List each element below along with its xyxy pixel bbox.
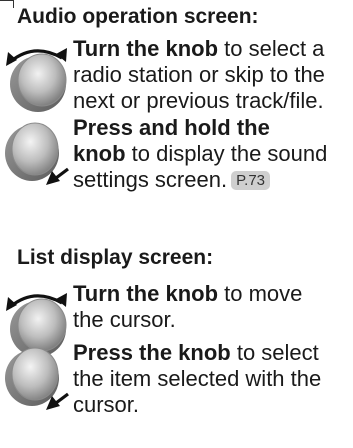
list-turn-text: Turn the knob to move the cursor. xyxy=(73,281,302,333)
list-press-line3: cursor. xyxy=(73,392,140,417)
audio-press-line3: settings screen. xyxy=(73,167,228,192)
list-turn-bold: Turn the knob xyxy=(73,281,219,306)
audio-press-text: Press and hold the knob to display the s… xyxy=(73,115,327,193)
list-press-line2: the item selected with the xyxy=(73,366,322,391)
list-press-bold: Press the knob xyxy=(73,340,231,365)
audio-turn-line2: radio station or skip to the xyxy=(73,62,325,87)
audio-turn-line3: next or previous track/file. xyxy=(73,88,324,113)
corner-mark xyxy=(0,0,14,8)
audio-press-bold2: knob xyxy=(73,141,126,166)
list-turn-line2: the cursor. xyxy=(73,307,176,332)
audio-turn-bold: Turn the knob xyxy=(73,36,219,61)
audio-press-bold1: Press and hold the xyxy=(73,115,270,140)
list-press-rest: to select xyxy=(230,340,319,365)
page-reference-link[interactable]: P.73 xyxy=(231,171,271,190)
knob-press-icon xyxy=(5,347,69,410)
audio-turn-text: Turn the knob to select a radio station … xyxy=(73,36,325,114)
audio-turn-line1: to select a xyxy=(218,36,325,61)
list-turn-rest: to move xyxy=(218,281,303,306)
list-section-title: List display screen: xyxy=(17,246,214,269)
audio-press-line2: to display the sound xyxy=(125,141,328,166)
knob-turn-icon xyxy=(6,48,67,112)
knob-press-icon xyxy=(5,122,69,185)
list-press-text: Press the knob to select the item select… xyxy=(73,340,321,418)
audio-section-title: Audio operation screen: xyxy=(17,5,259,28)
